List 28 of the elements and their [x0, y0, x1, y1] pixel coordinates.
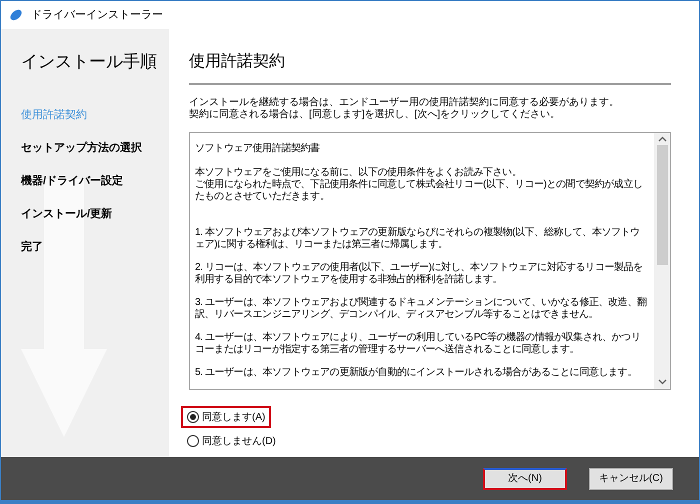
instruction-text: インストールを継続する場合は、エンドユーザー用の使用許諾契約に同意する必要があります。	[189, 97, 620, 108]
step-item: セットアップ方法の選択	[21, 140, 143, 156]
radio-button[interactable]	[187, 435, 199, 447]
license-clause: 1. 本ソフトウェアおよび本ソフトウェアの更新版ならびにそれらの複製物(以下、総称して、本ソフトウェア)に関する権利は、リコーまたは第三者に帰属します。	[195, 227, 641, 251]
license-title: ソフトウェア使用許諾契約書	[195, 143, 321, 155]
instruction-text: 契約に同意される場合は、[同意します]を選択し、[次へ]をクリックしてください。	[189, 109, 562, 121]
scroll-up-icon[interactable]	[658, 136, 666, 142]
step-item: 完了	[21, 240, 44, 256]
license-clause: 3. ユーザーは、本ソフトウェアおよび関連するドキュメンテーションについて、いかなる修正、改造、翻訳、リバースエンジニアリング、デコンパイル、ディスアセンブル等することはできません。	[195, 297, 648, 321]
step-item: 機器/ドライバー設定	[21, 174, 124, 190]
license-clause: 4. ユーザーは、本ソフトウェアにより、ユーザーの利用しているPC等の機器の情報が収集され、かつリコーまたはリコーが指定する第三者の管理するサーバーへ送信されることに同意します。	[195, 332, 642, 356]
cancel-button[interactable]: キャンセル(C)	[589, 468, 673, 490]
license-paragraph: ご使用になられた時点で、下記使用条件に同意して株式会社リコー(以下、リコー)との間で契約が成立したものとさせていただきます。	[195, 179, 644, 203]
license-clause: 2. リコーは、本ソフトウェアの使用者(以下、ユーザー)に対し、本ソフトウェアに対応するリコー製品を利用する目的で本ソフトウェアを使用する非独占的権利を許諾します。	[195, 262, 644, 286]
scroll-thumb[interactable]	[656, 145, 668, 265]
window-title: ドライバーインストーラー	[31, 8, 163, 23]
sidebar-title: インストール手順	[21, 51, 158, 74]
radio-option[interactable]: 同意しません(D)	[181, 430, 282, 452]
scroll-down-icon[interactable]	[658, 379, 666, 385]
step-item: 使用許諾契約	[21, 108, 88, 124]
next-button[interactable]: 次へ(N)	[483, 468, 567, 490]
radio-button[interactable]	[187, 411, 199, 423]
radio-option[interactable]: 同意します(A)	[181, 406, 272, 428]
license-paragraph: 本ソフトウェアをご使用になる前に、以下の使用条件をよくお読み下さい。	[195, 167, 522, 178]
page-heading: 使用許諾契約	[189, 52, 286, 72]
step-item: インストール/更新	[21, 206, 114, 222]
app-icon	[9, 8, 23, 22]
license-clause: 5. ユーザーは、本ソフトウェアの更新版が自動的にインストールされる場合があることに同意します。	[195, 367, 638, 379]
